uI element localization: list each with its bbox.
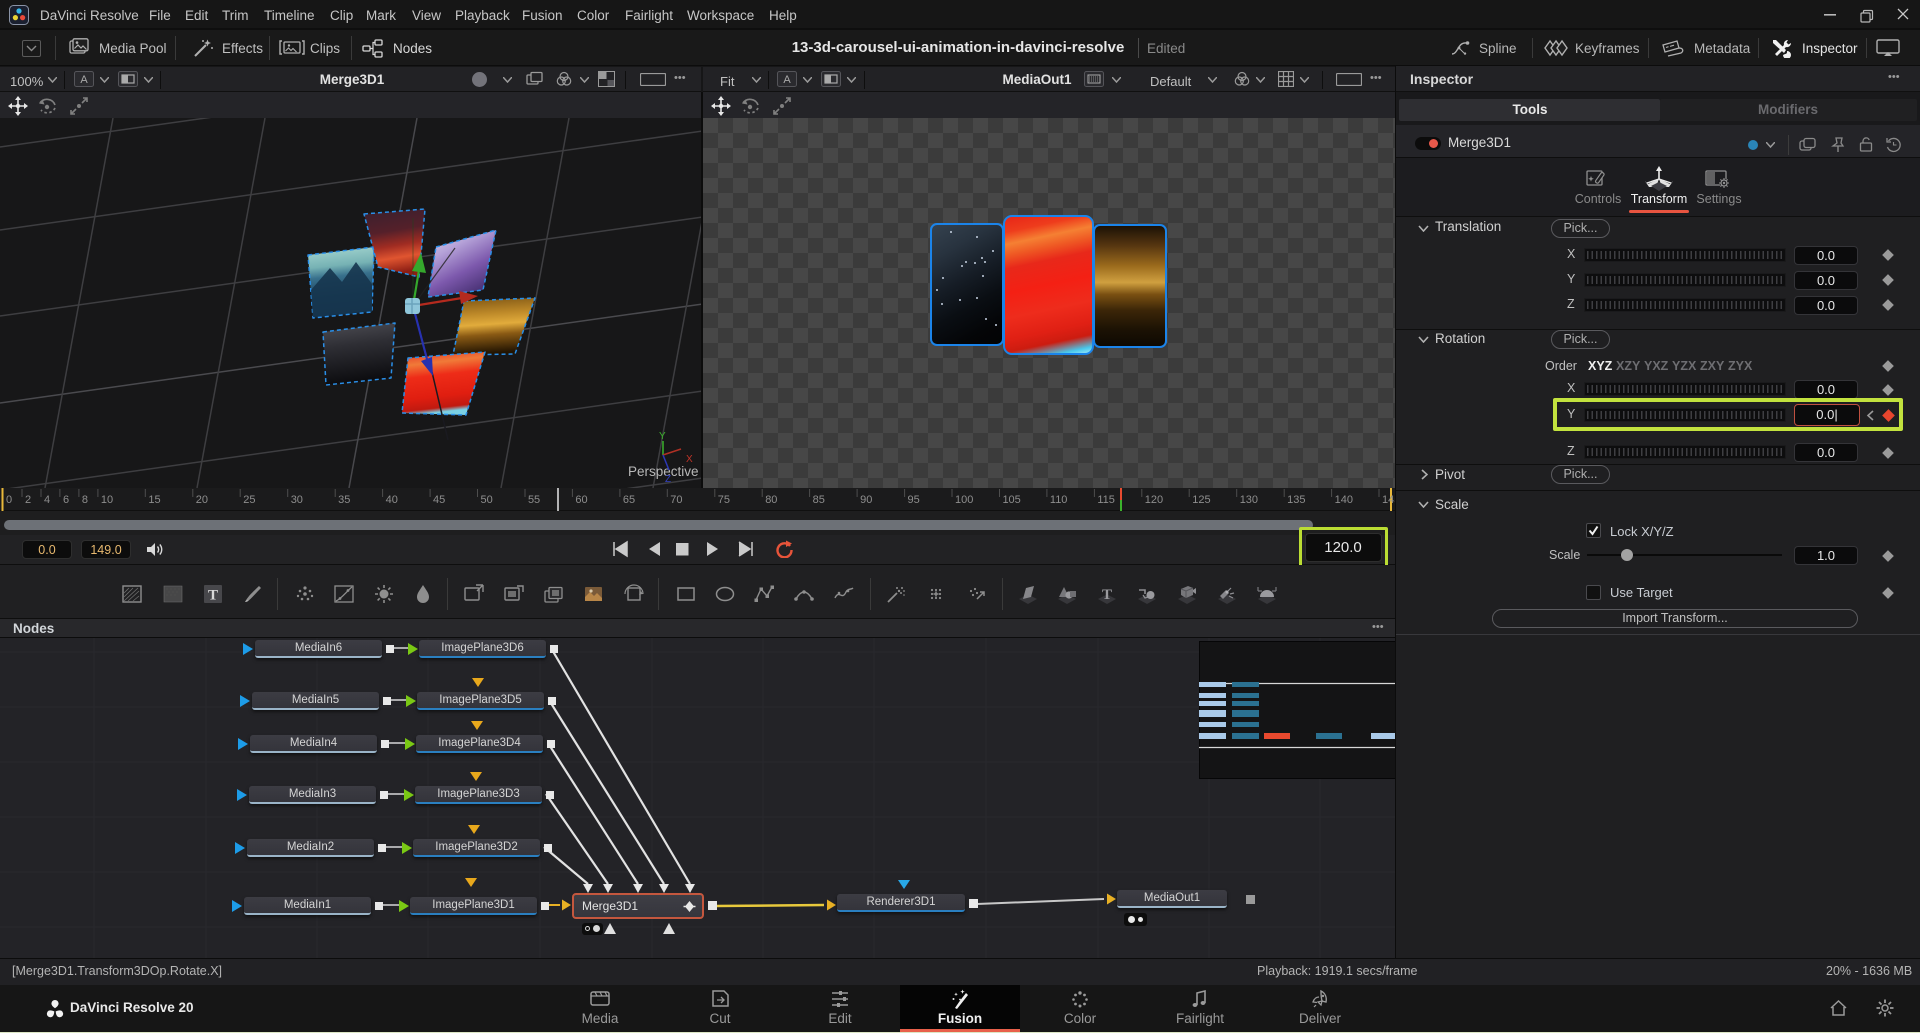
svg-text:X: X	[686, 454, 693, 465]
svg-text:Z: Z	[665, 474, 671, 485]
svg-text:A: A	[80, 74, 88, 86]
svg-text:T: T	[1102, 587, 1112, 603]
svg-text:A: A	[783, 74, 791, 86]
svg-text:Y: Y	[659, 431, 666, 442]
svg-text:T: T	[208, 588, 218, 604]
svg-text:Perspective: Perspective	[628, 464, 699, 479]
